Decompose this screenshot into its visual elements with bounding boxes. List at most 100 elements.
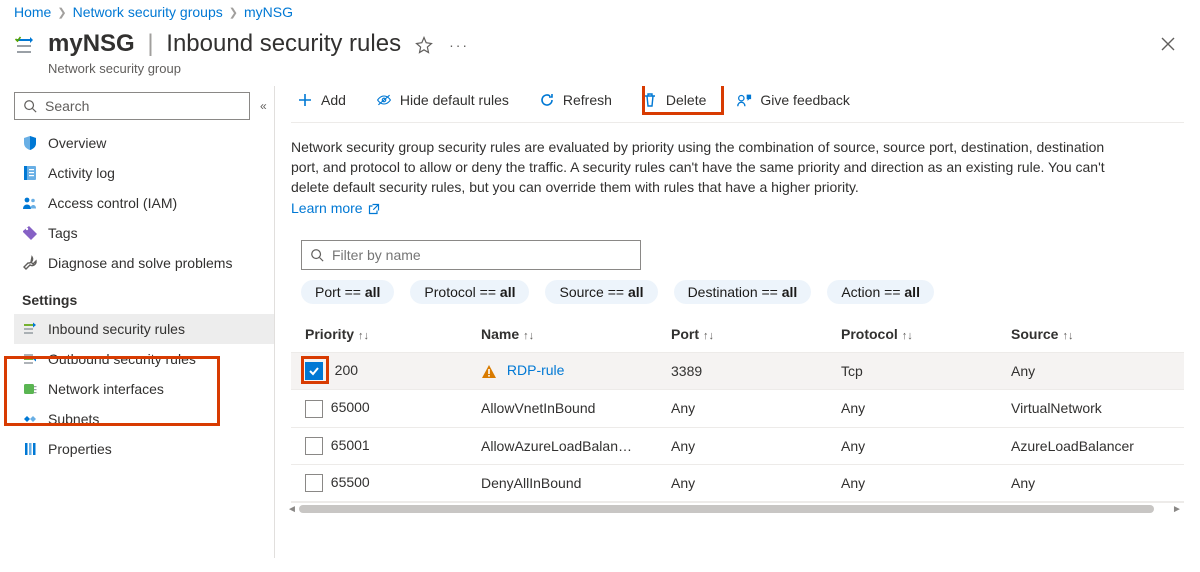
filter-input[interactable]: [330, 246, 632, 264]
add-label: Add: [321, 92, 346, 108]
sidebar-item-diagnose[interactable]: Diagnose and solve problems: [14, 248, 274, 278]
close-button[interactable]: [1150, 30, 1186, 58]
cell-protocol: Any: [841, 390, 1011, 427]
cell-name: AllowAzureLoadBalan…: [481, 427, 671, 464]
refresh-button[interactable]: Refresh: [533, 88, 618, 112]
table-row[interactable]: 65001 AllowAzureLoadBalan… Any Any Azure…: [291, 427, 1184, 464]
shield-icon: [22, 135, 38, 151]
breadcrumb-home[interactable]: Home: [14, 4, 51, 20]
breadcrumb-nsg-list[interactable]: Network security groups: [73, 4, 223, 20]
sidebar-item-properties[interactable]: Properties: [14, 434, 274, 464]
resource-name: myNSG: [48, 30, 135, 57]
hide-label: Hide default rules: [400, 92, 509, 108]
cell-protocol: Tcp: [841, 352, 1011, 389]
chevron-right-icon: ❯: [229, 6, 238, 19]
breadcrumb-current[interactable]: myNSG: [244, 4, 293, 20]
row-checkbox[interactable]: [305, 437, 323, 455]
sidebar-item-activity-log[interactable]: Activity log: [14, 158, 274, 188]
col-protocol[interactable]: Protocol↑↓: [841, 316, 1011, 353]
row-checkbox[interactable]: [305, 400, 323, 418]
sidebar-item-iam[interactable]: Access control (IAM): [14, 188, 274, 218]
cell-name: AllowVnetInBound: [481, 390, 671, 427]
table-row[interactable]: 65000 AllowVnetInBound Any Any VirtualNe…: [291, 390, 1184, 427]
search-icon: [310, 248, 324, 262]
sidebar-search[interactable]: [14, 92, 250, 120]
sidebar-item-nic[interactable]: Network interfaces: [14, 374, 274, 404]
cell-port: Any: [671, 464, 841, 501]
log-icon: [22, 165, 38, 181]
people-icon: [22, 195, 38, 211]
cell-port: Any: [671, 427, 841, 464]
filter-by-name[interactable]: [301, 240, 641, 270]
pill-port[interactable]: Port == all: [301, 280, 394, 304]
feedback-button[interactable]: Give feedback: [730, 88, 856, 112]
feedback-label: Give feedback: [760, 92, 850, 108]
scroll-right-icon[interactable]: ►: [1170, 503, 1184, 515]
cell-priority: 200: [335, 362, 358, 378]
favorite-button[interactable]: [415, 36, 433, 54]
page-section: Inbound security rules: [166, 30, 401, 57]
nav-label: Access control (IAM): [48, 195, 177, 211]
sidebar-item-overview[interactable]: Overview: [14, 128, 274, 158]
delete-button[interactable]: Delete: [636, 88, 712, 112]
chevron-right-icon: ❯: [57, 6, 66, 19]
toolbar: Add Hide default rules Refresh Delete Gi…: [291, 86, 1184, 123]
sidebar: « Overview Activity log Access control (…: [0, 86, 275, 558]
rules-table-wrap: Priority↑↓ Name↑↓ Port↑↓ Protocol↑↓ Sour…: [291, 316, 1184, 502]
horizontal-scrollbar[interactable]: ◄ ►: [291, 502, 1184, 514]
cell-source: Any: [1011, 464, 1184, 501]
sidebar-item-outbound-rules[interactable]: Outbound security rules: [14, 344, 274, 374]
description-body: Network security group security rules ar…: [291, 139, 1105, 196]
cell-source: Any: [1011, 352, 1184, 389]
more-button[interactable]: ···: [449, 37, 469, 53]
cell-priority: 65001: [331, 437, 370, 453]
cell-protocol: Any: [841, 464, 1011, 501]
main-content: Add Hide default rules Refresh Delete Gi…: [275, 86, 1200, 558]
page-title: myNSG | Inbound security rules: [48, 30, 401, 59]
nav-label: Activity log: [48, 165, 115, 181]
add-button[interactable]: Add: [291, 88, 352, 112]
col-priority[interactable]: Priority↑↓: [291, 316, 481, 353]
properties-icon: [22, 441, 38, 457]
cell-name[interactable]: RDP-rule: [507, 362, 565, 378]
inbound-icon: [22, 321, 38, 337]
search-icon: [23, 99, 37, 113]
scrollbar-thumb[interactable]: [299, 505, 1154, 513]
rules-table: Priority↑↓ Name↑↓ Port↑↓ Protocol↑↓ Sour…: [291, 316, 1184, 502]
collapse-sidebar-button[interactable]: «: [260, 99, 267, 113]
learn-more-link[interactable]: Learn more: [291, 200, 380, 216]
sidebar-search-input[interactable]: [43, 97, 241, 115]
scroll-left-icon[interactable]: ◄: [285, 503, 299, 515]
table-row[interactable]: 200 RDP-rule 3389 Tcp Any: [291, 352, 1184, 389]
table-row[interactable]: 65500 DenyAllInBound Any Any Any: [291, 464, 1184, 501]
pill-destination[interactable]: Destination == all: [674, 280, 812, 304]
sidebar-item-tags[interactable]: Tags: [14, 218, 274, 248]
resource-type: Network security group: [48, 61, 401, 76]
trash-icon: [642, 92, 658, 108]
col-source[interactable]: Source↑↓: [1011, 316, 1184, 353]
col-name[interactable]: Name↑↓: [481, 316, 671, 353]
sidebar-item-inbound-rules[interactable]: Inbound security rules: [14, 314, 274, 344]
nav-label: Tags: [48, 225, 78, 241]
page-header: myNSG | Inbound security rules Network s…: [0, 26, 1200, 86]
plus-icon: [297, 92, 313, 108]
row-checkbox[interactable]: [305, 362, 323, 380]
pill-action[interactable]: Action == all: [827, 280, 934, 304]
cell-port: Any: [671, 390, 841, 427]
pill-source[interactable]: Source == all: [545, 280, 657, 304]
col-port[interactable]: Port↑↓: [671, 316, 841, 353]
cell-priority: 65500: [331, 474, 370, 490]
nav-label: Overview: [48, 135, 106, 151]
nav-label: Properties: [48, 441, 112, 457]
delete-label: Delete: [666, 92, 706, 108]
nav-label: Subnets: [48, 411, 99, 427]
description-text: Network security group security rules ar…: [291, 123, 1111, 222]
sidebar-item-subnets[interactable]: Subnets: [14, 404, 274, 434]
eye-off-icon: [376, 92, 392, 108]
hide-default-button[interactable]: Hide default rules: [370, 88, 515, 112]
pill-protocol[interactable]: Protocol == all: [410, 280, 529, 304]
outbound-icon: [22, 351, 38, 367]
cell-protocol: Any: [841, 427, 1011, 464]
resource-type-icon: [14, 34, 42, 58]
row-checkbox[interactable]: [305, 474, 323, 492]
